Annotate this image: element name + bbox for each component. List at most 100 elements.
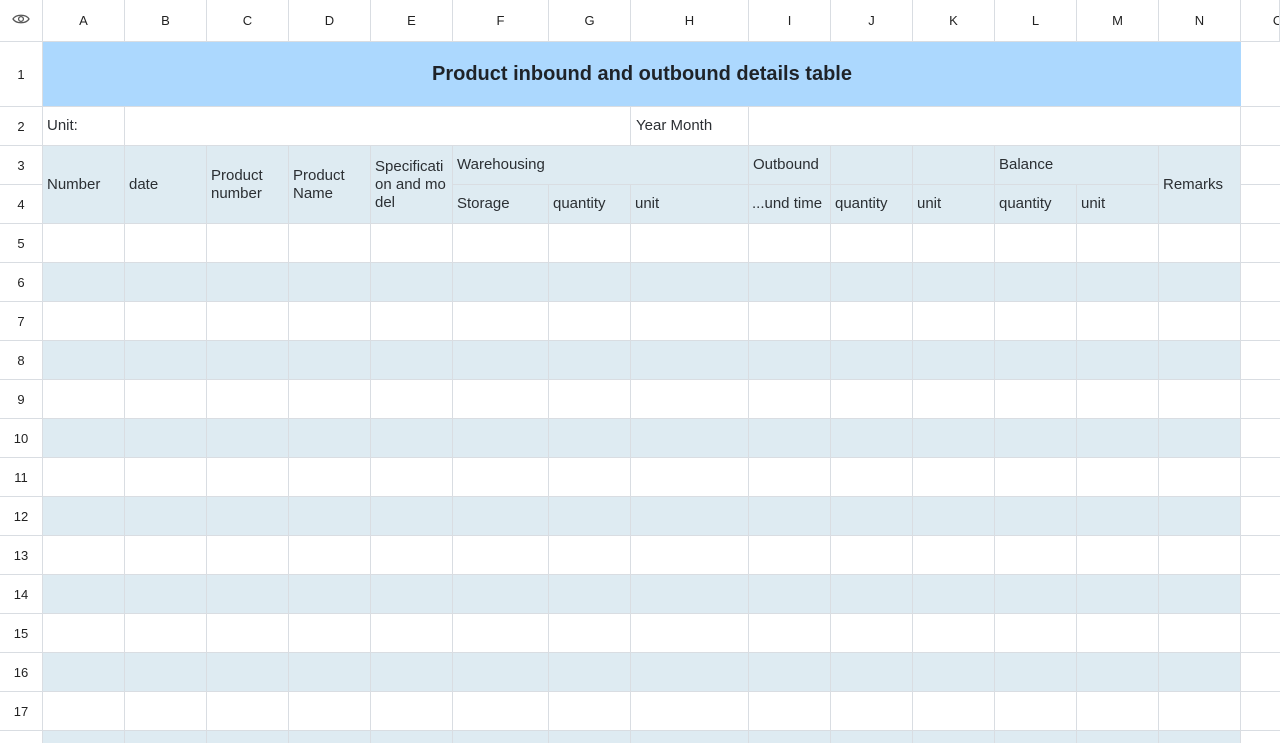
cell-m6[interactable] bbox=[1077, 263, 1159, 302]
cell-a17[interactable] bbox=[43, 692, 125, 731]
cell-k18[interactable] bbox=[913, 731, 995, 743]
row-header-14[interactable]: 14 bbox=[0, 575, 43, 614]
cell-l7[interactable] bbox=[995, 302, 1077, 341]
cell-c17[interactable] bbox=[207, 692, 289, 731]
cell-m14[interactable] bbox=[1077, 575, 1159, 614]
cell-n13[interactable] bbox=[1159, 536, 1241, 575]
cell-j17[interactable] bbox=[831, 692, 913, 731]
header-number[interactable]: Number bbox=[43, 146, 125, 224]
cell-o13[interactable] bbox=[1241, 536, 1280, 575]
cell-a12[interactable] bbox=[43, 497, 125, 536]
cell-d16[interactable] bbox=[289, 653, 371, 692]
header-balance[interactable]: Balance bbox=[995, 146, 1159, 185]
cell-c18[interactable] bbox=[207, 731, 289, 743]
cell-o16[interactable] bbox=[1241, 653, 1280, 692]
cell-n17[interactable] bbox=[1159, 692, 1241, 731]
cell-d7[interactable] bbox=[289, 302, 371, 341]
cell-j7[interactable] bbox=[831, 302, 913, 341]
cell-k13[interactable] bbox=[913, 536, 995, 575]
cell-g5[interactable] bbox=[549, 224, 631, 263]
cell-i14[interactable] bbox=[749, 575, 831, 614]
cell-c7[interactable] bbox=[207, 302, 289, 341]
cell-n10[interactable] bbox=[1159, 419, 1241, 458]
cell-i12[interactable] bbox=[749, 497, 831, 536]
cell-o14[interactable] bbox=[1241, 575, 1280, 614]
cell-h8[interactable] bbox=[631, 341, 749, 380]
cell-l16[interactable] bbox=[995, 653, 1077, 692]
row-header-9[interactable]: 9 bbox=[0, 380, 43, 419]
cell-n16[interactable] bbox=[1159, 653, 1241, 692]
cell-m15[interactable] bbox=[1077, 614, 1159, 653]
cell-g8[interactable] bbox=[549, 341, 631, 380]
cell-n18[interactable] bbox=[1159, 731, 1241, 743]
cell-j16[interactable] bbox=[831, 653, 913, 692]
cell-i16[interactable] bbox=[749, 653, 831, 692]
cell-l6[interactable] bbox=[995, 263, 1077, 302]
cell-e6[interactable] bbox=[371, 263, 453, 302]
cell-j18[interactable] bbox=[831, 731, 913, 743]
cell-b15[interactable] bbox=[125, 614, 207, 653]
column-header-k[interactable]: K bbox=[913, 0, 995, 42]
cell-d12[interactable] bbox=[289, 497, 371, 536]
row-header-17[interactable]: 17 bbox=[0, 692, 43, 731]
cell-i11[interactable] bbox=[749, 458, 831, 497]
cell-g13[interactable] bbox=[549, 536, 631, 575]
header-date[interactable]: date bbox=[125, 146, 207, 224]
cell-h6[interactable] bbox=[631, 263, 749, 302]
cell-k10[interactable] bbox=[913, 419, 995, 458]
cell-f9[interactable] bbox=[453, 380, 549, 419]
cell-n7[interactable] bbox=[1159, 302, 1241, 341]
cell-i5[interactable] bbox=[749, 224, 831, 263]
row-header-15[interactable]: 15 bbox=[0, 614, 43, 653]
cell-j6[interactable] bbox=[831, 263, 913, 302]
cell-h16[interactable] bbox=[631, 653, 749, 692]
cell-d6[interactable] bbox=[289, 263, 371, 302]
cell-e7[interactable] bbox=[371, 302, 453, 341]
cell-e18[interactable] bbox=[371, 731, 453, 743]
cell-c10[interactable] bbox=[207, 419, 289, 458]
cell-h18[interactable] bbox=[631, 731, 749, 743]
column-header-f[interactable]: F bbox=[453, 0, 549, 42]
column-header-b[interactable]: B bbox=[125, 0, 207, 42]
row-header-5[interactable]: 5 bbox=[0, 224, 43, 263]
cell-o11[interactable] bbox=[1241, 458, 1280, 497]
cell-a9[interactable] bbox=[43, 380, 125, 419]
row-header-10[interactable]: 10 bbox=[0, 419, 43, 458]
cell-f6[interactable] bbox=[453, 263, 549, 302]
cell-o17[interactable] bbox=[1241, 692, 1280, 731]
cell-g15[interactable] bbox=[549, 614, 631, 653]
header-product-number[interactable]: Product number bbox=[207, 146, 289, 224]
cell-g14[interactable] bbox=[549, 575, 631, 614]
header-product-name[interactable]: Product Name bbox=[289, 146, 371, 224]
cell-j10[interactable] bbox=[831, 419, 913, 458]
cell-c9[interactable] bbox=[207, 380, 289, 419]
cell-k5[interactable] bbox=[913, 224, 995, 263]
header-outbound-time[interactable]: ...und time bbox=[749, 185, 831, 224]
cell-f5[interactable] bbox=[453, 224, 549, 263]
cell-c5[interactable] bbox=[207, 224, 289, 263]
cell-a7[interactable] bbox=[43, 302, 125, 341]
cell-i17[interactable] bbox=[749, 692, 831, 731]
cell-k7[interactable] bbox=[913, 302, 995, 341]
cell-a8[interactable] bbox=[43, 341, 125, 380]
cell-f7[interactable] bbox=[453, 302, 549, 341]
cell-b18[interactable] bbox=[125, 731, 207, 743]
cell-j13[interactable] bbox=[831, 536, 913, 575]
cell-h17[interactable] bbox=[631, 692, 749, 731]
cell-o3[interactable] bbox=[1241, 146, 1280, 185]
cell-n8[interactable] bbox=[1159, 341, 1241, 380]
cell-o10[interactable] bbox=[1241, 419, 1280, 458]
cell-a10[interactable] bbox=[43, 419, 125, 458]
header-warehousing[interactable]: Warehousing bbox=[453, 146, 749, 185]
cell-h14[interactable] bbox=[631, 575, 749, 614]
cell-d9[interactable] bbox=[289, 380, 371, 419]
cell-i2-year-month-value[interactable] bbox=[749, 107, 1241, 146]
cell-e14[interactable] bbox=[371, 575, 453, 614]
cell-l17[interactable] bbox=[995, 692, 1077, 731]
cell-g9[interactable] bbox=[549, 380, 631, 419]
column-header-m[interactable]: M bbox=[1077, 0, 1159, 42]
cell-i13[interactable] bbox=[749, 536, 831, 575]
cell-l11[interactable] bbox=[995, 458, 1077, 497]
cell-j15[interactable] bbox=[831, 614, 913, 653]
cell-l13[interactable] bbox=[995, 536, 1077, 575]
